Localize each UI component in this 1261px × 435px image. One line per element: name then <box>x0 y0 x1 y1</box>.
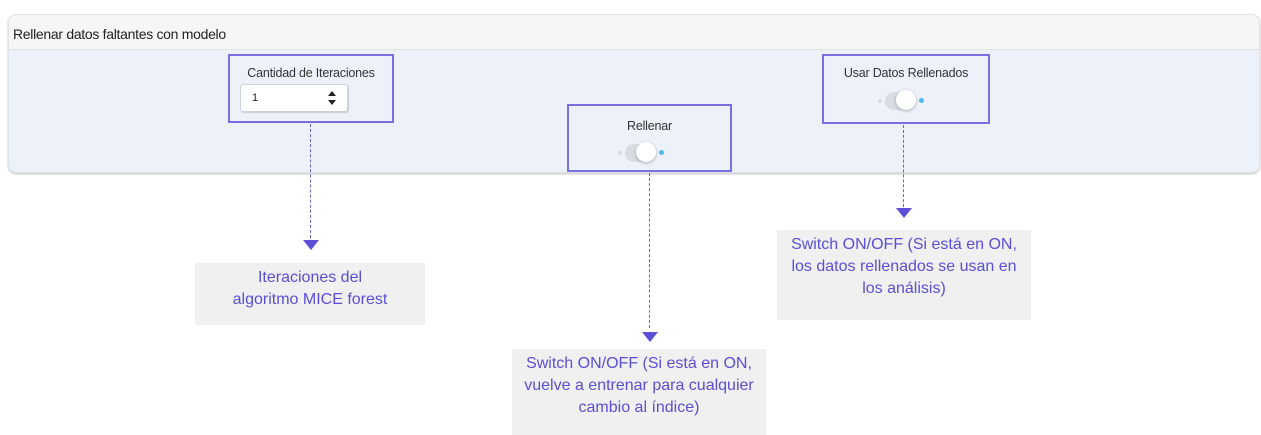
iterations-label: Cantidad de Iteraciones <box>247 66 375 80</box>
toggle-on-indicator <box>659 150 664 155</box>
panel-header[interactable]: Rellenar datos faltantes con modelo <box>9 15 1259 50</box>
iterations-connector-line <box>310 124 311 238</box>
use-filled-label: Usar Datos Rellenados <box>843 66 969 80</box>
use-filled-connector-line <box>903 125 904 207</box>
panel-title: Rellenar datos faltantes con modelo <box>13 26 226 42</box>
iterations-stepper[interactable] <box>240 84 348 112</box>
fill-arrow-icon <box>642 332 658 342</box>
iterations-callout: Cantidad de Iteraciones <box>228 54 394 123</box>
iterations-input[interactable] <box>241 85 326 111</box>
toggle-off-indicator <box>618 151 622 155</box>
fill-label: Rellenar <box>627 119 672 133</box>
spinner-arrows-icon[interactable] <box>327 89 337 107</box>
iterations-arrow-icon <box>303 240 319 250</box>
toggle-off-indicator <box>878 99 882 103</box>
fill-note: Switch ON/OFF (Si está en ON, vuelve a e… <box>512 349 766 435</box>
toggle-on-indicator <box>919 98 924 103</box>
use-filled-toggle[interactable] <box>878 90 924 112</box>
use-filled-note: Switch ON/OFF (Si está en ON, los datos … <box>777 230 1031 320</box>
iterations-note: Iteraciones del algoritmo MICE forest <box>195 263 425 325</box>
fill-connector-line <box>649 173 650 328</box>
toggle-knob[interactable] <box>636 142 656 162</box>
use-filled-callout: Usar Datos Rellenados <box>822 54 990 124</box>
fill-toggle[interactable] <box>618 142 664 164</box>
toggle-knob[interactable] <box>896 90 916 110</box>
fill-callout: Rellenar <box>567 104 732 172</box>
use-filled-arrow-icon <box>896 208 912 218</box>
